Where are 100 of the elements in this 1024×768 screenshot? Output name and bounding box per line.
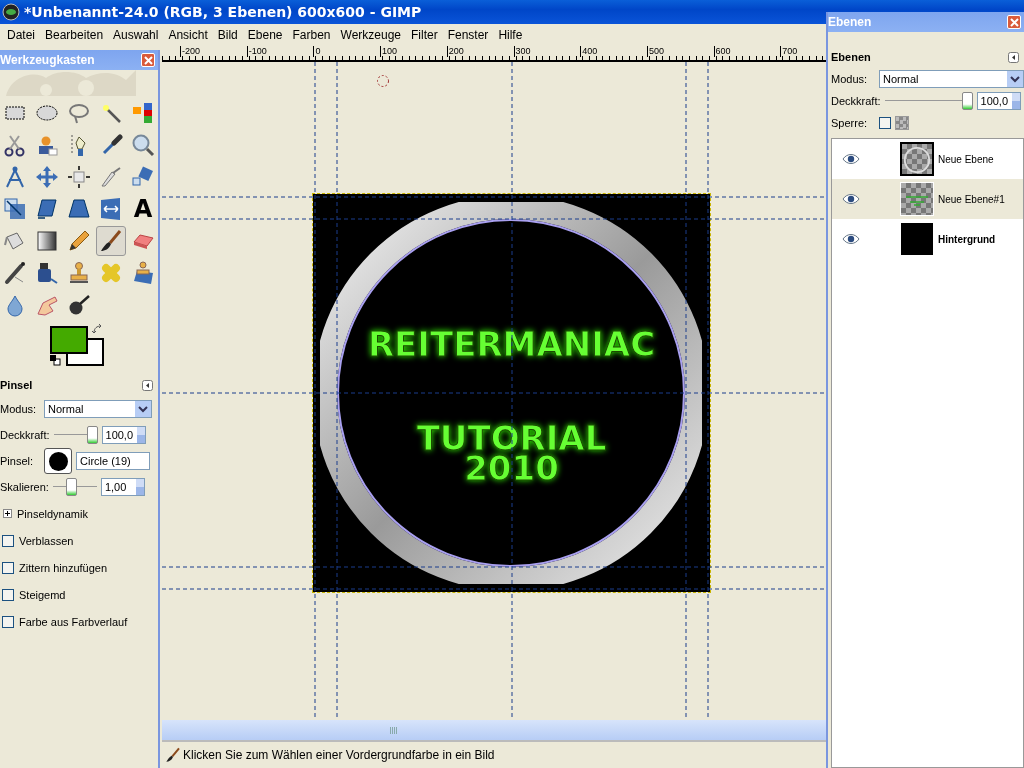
foreground-color-swatch[interactable]: [50, 326, 88, 354]
menu-item[interactable]: Datei: [2, 28, 40, 42]
layer-row[interactable]: Hintergrund: [832, 219, 1023, 259]
lock-alpha-checkbox[interactable]: [895, 116, 909, 130]
menu-item[interactable]: Ebene: [242, 28, 288, 42]
checkbox[interactable]: [2, 534, 14, 547]
ruler-label: -200: [180, 46, 200, 57]
ruler-label: 500: [646, 46, 664, 57]
artwork-text: 2010: [464, 452, 559, 484]
close-button[interactable]: [141, 53, 155, 67]
field-label: Deckkraft:: [831, 94, 881, 108]
bandage-icon: [99, 261, 123, 285]
panel-menu-icon[interactable]: [1008, 51, 1019, 63]
swap-arrows-icon[interactable]: [92, 324, 104, 336]
eye-icon[interactable]: [842, 193, 860, 205]
flip-arrows-icon: [99, 197, 123, 221]
horizontal-scrollbar[interactable]: [162, 720, 826, 740]
field-label: Deckkraft:: [0, 428, 50, 442]
ruler-label: 700: [780, 46, 798, 57]
menu-item[interactable]: Hilfe: [493, 28, 528, 42]
mode-dropdown[interactable]: Normal: [44, 400, 152, 418]
airbrush-icon: [3, 261, 27, 285]
field-label: Sperre:: [831, 116, 869, 130]
close-button[interactable]: [1007, 15, 1021, 29]
menu-item[interactable]: Bild: [212, 28, 243, 42]
brush-name-field[interactable]: Circle (19): [76, 452, 150, 470]
rotate-square-icon: [131, 165, 155, 189]
pencil-icon: [67, 229, 91, 253]
artwork-text: TUTORIAL: [416, 422, 607, 454]
layer-name: Neue Ebene: [938, 153, 994, 165]
checkbox[interactable]: [2, 615, 14, 628]
layer-name: Hintergrund: [938, 233, 996, 245]
expander-icon[interactable]: [3, 509, 12, 518]
ruler-label: -100: [246, 46, 267, 57]
panel-title: Ebenen: [831, 51, 871, 63]
checkbox-label: Zittern hinzufügen: [19, 561, 108, 574]
field-label: Pinsel:: [0, 454, 35, 468]
checkbox-label: Steigemd: [19, 588, 66, 601]
opacity-slider[interactable]: [53, 426, 98, 444]
color-squares-icon: [131, 101, 155, 125]
brush-outline-icon: [376, 74, 390, 88]
mode-dropdown[interactable]: Normal: [879, 70, 1024, 88]
app-icon: [2, 3, 20, 21]
lock-pixels-checkbox[interactable]: [879, 117, 891, 129]
eye-icon[interactable]: [842, 153, 860, 165]
ruler-label: 200: [446, 46, 464, 57]
opacity-spinbox[interactable]: 100,0: [976, 92, 1021, 110]
field-label: Modus:: [831, 72, 869, 86]
scroll-grip-icon: [390, 726, 398, 734]
ladle-icon: [67, 293, 91, 317]
scale-spinbox[interactable]: 1,00: [100, 478, 145, 496]
brush-preview[interactable]: [44, 448, 72, 474]
menu-item[interactable]: Bearbeiten: [40, 28, 109, 42]
menu-item[interactable]: Farben: [287, 28, 336, 42]
tool-button[interactable]: [96, 226, 126, 256]
ruler-label: 400: [580, 46, 598, 57]
panel-menu-icon[interactable]: [142, 379, 153, 391]
stamp-icon: [67, 261, 91, 285]
layer-row[interactable]: Neue Ebene: [832, 139, 1023, 179]
field-label: Modus:: [0, 402, 38, 416]
shear-shape-icon: [35, 197, 59, 221]
layer-row[interactable]: Neue Ebene#1: [832, 179, 1023, 219]
ruler-label: 600: [713, 46, 731, 57]
stamp-on-paper-icon: [131, 261, 155, 285]
compass-icon: [3, 165, 27, 189]
opacity-spinbox[interactable]: 100,0: [101, 426, 146, 444]
paintbrush-icon: [165, 747, 181, 763]
move-arrows-icon: [35, 165, 59, 189]
eye-icon[interactable]: [842, 233, 860, 245]
checkbox[interactable]: [2, 588, 14, 601]
menu-item[interactable]: Ansicht: [163, 28, 213, 42]
expander-label[interactable]: Pinseldynamik: [17, 507, 88, 520]
lasso-icon: [67, 101, 91, 125]
opacity-slider[interactable]: [884, 92, 973, 110]
window-title: Ebenen: [828, 15, 872, 29]
scissors-icon: [3, 133, 27, 157]
menu-item[interactable]: Fenster: [442, 28, 494, 42]
ruler-label: 0: [313, 46, 321, 57]
status-text: Klicken Sie zum Wählen einer Vordergrundfarbe in ein Bild: [183, 748, 495, 762]
layer-name: Neue Ebene#1: [938, 193, 1005, 205]
align-square-icon: [67, 165, 91, 189]
checkbox-label: Verblassen: [19, 534, 74, 547]
text-tool-button[interactable]: A: [128, 194, 158, 224]
menu-item[interactable]: Filter: [406, 28, 443, 42]
paintbrush-icon: [99, 229, 123, 253]
magnifier-icon: [131, 133, 155, 157]
menu-item[interactable]: Werkzeuge: [335, 28, 406, 42]
window-title: *Unbenannt-24.0 (RGB, 3 Ebenen) 600x600 - GIMP: [24, 4, 422, 20]
menu-item[interactable]: Auswahl: [108, 28, 164, 42]
scale-slider[interactable]: [52, 478, 97, 496]
ruler-label: 100: [380, 46, 398, 57]
window-title: Werkzeugkasten: [0, 53, 95, 67]
default-colors-icon[interactable]: [50, 355, 61, 366]
gradient-square-icon: [35, 229, 59, 253]
artwork-text: REITERMANIAC: [367, 328, 656, 360]
perspective-shape-icon: [67, 197, 91, 221]
checkbox[interactable]: [2, 561, 14, 574]
ruler-label: 300: [513, 46, 531, 57]
checkbox-label: Farbe aus Farbverlauf: [19, 615, 128, 628]
field-label: Skalieren:: [0, 480, 49, 494]
